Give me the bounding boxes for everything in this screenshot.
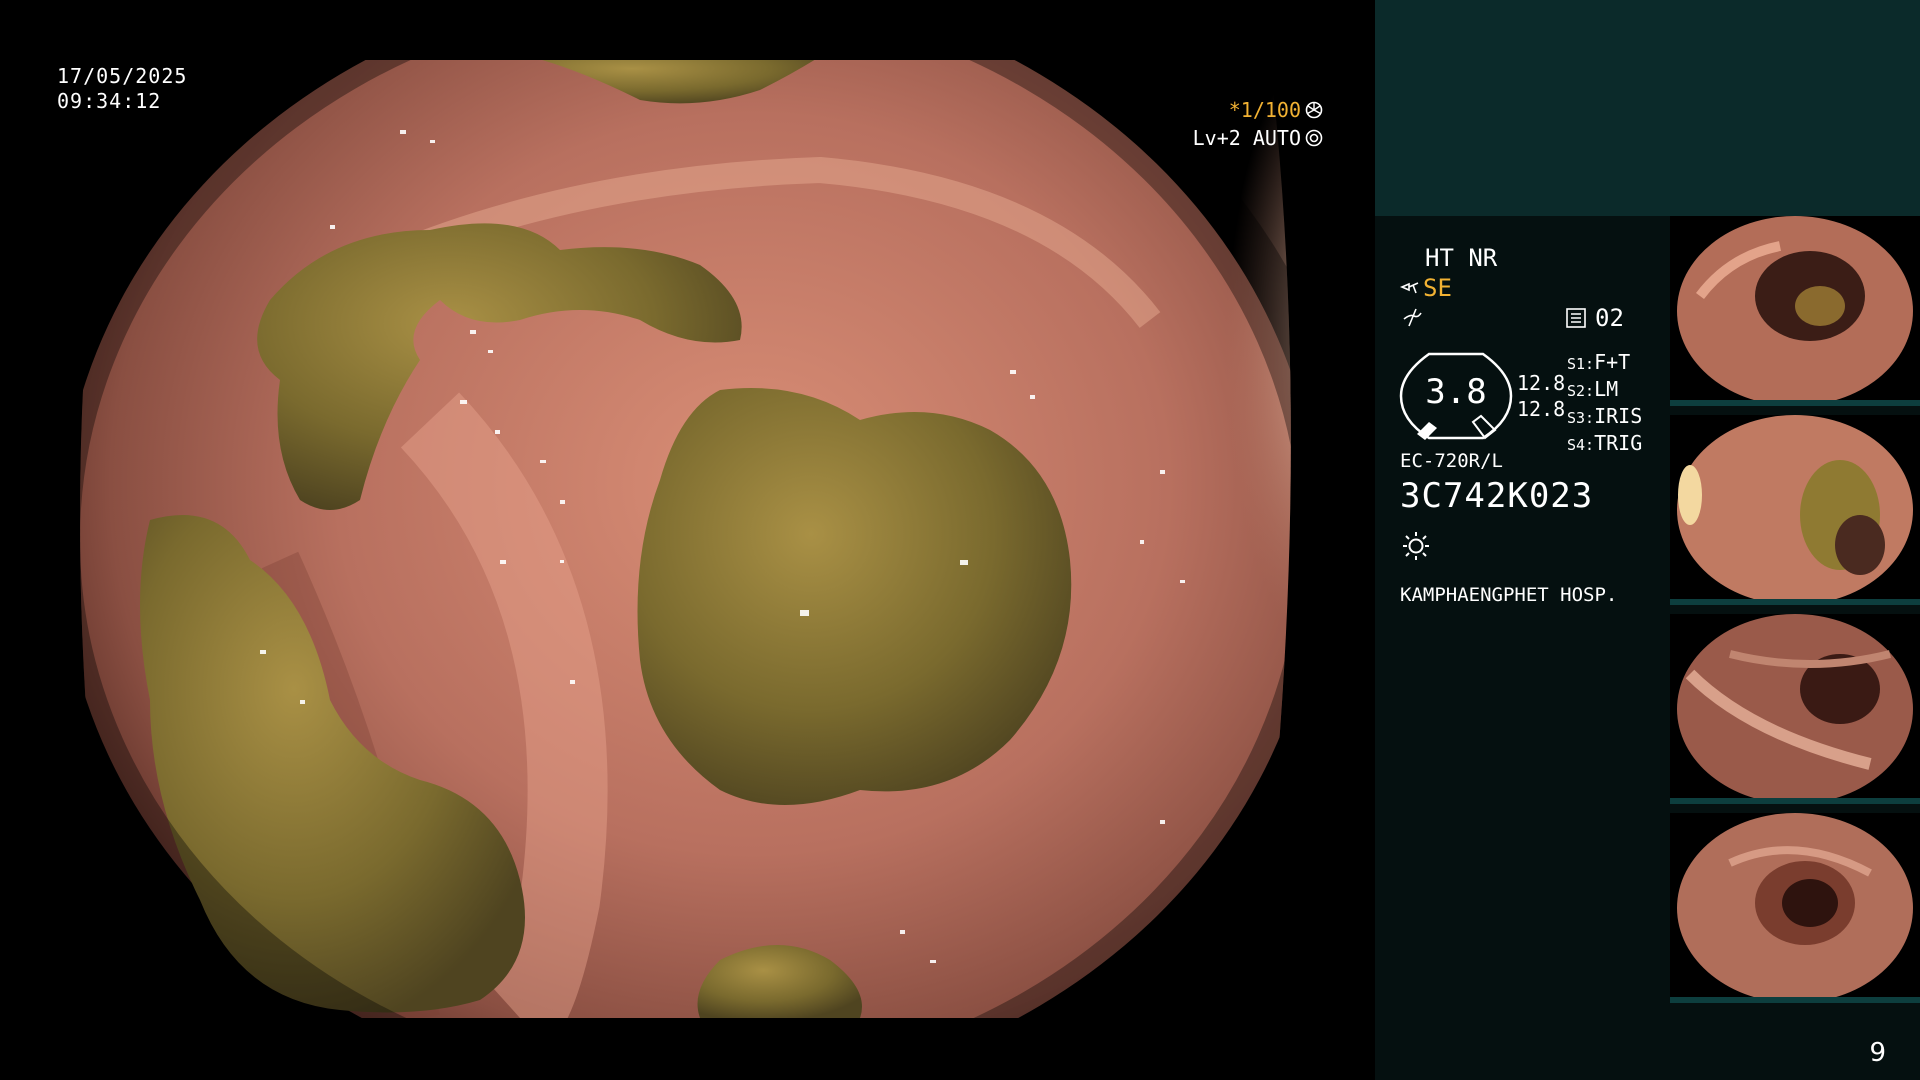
structure-enhancement-indicator: SE (1399, 274, 1452, 302)
iris-ring-icon (1305, 129, 1323, 147)
time-label: 09:34:12 (57, 89, 162, 113)
memory-card-icon (1566, 308, 1586, 328)
switch-row-s1: S1:F+T (1567, 350, 1642, 377)
switch-key: S3: (1567, 409, 1595, 427)
info-panel: HT NR SE 02 3.8 12.8 12.8 S1:F+T S2:LM S… (1375, 0, 1920, 1080)
switch-key: S1: (1567, 355, 1595, 373)
switch-row-s2: S2:LM (1567, 377, 1642, 404)
iris-mode-label: Lv+2 AUTO (1192, 126, 1301, 150)
switch-key: S2: (1567, 382, 1595, 400)
panel-header-area (1375, 0, 1920, 216)
scope-angle-icon (1399, 282, 1419, 294)
hospital-name: KAMPHAENGPHET HOSP. (1400, 584, 1618, 606)
memory-value: 02 (1595, 304, 1624, 332)
captured-image-thumbnail[interactable] (1670, 216, 1920, 406)
captured-image-thumbnail[interactable] (1670, 614, 1920, 804)
shutter-speed-indicator: *1/100 (1229, 98, 1323, 122)
ratio-value-1: 12.8 (1517, 371, 1566, 395)
switch-value: TRIG (1594, 431, 1643, 455)
switch-row-s3: S3:IRIS (1567, 404, 1642, 431)
switch-assignment-list: S1:F+T S2:LM S3:IRIS S4:TRIG (1567, 350, 1642, 458)
endoscope-viewport: 17/05/2025 09:34:12 *1/100 Lv+2 AUTO (0, 0, 1375, 1080)
switch-value: F+T (1594, 350, 1631, 374)
se-label: SE (1423, 274, 1452, 302)
scope-model: EC-720R/L (1400, 450, 1503, 472)
ratio-values: 12.8 12.8 (1517, 370, 1565, 422)
captured-image-thumbnail[interactable] (1670, 813, 1920, 1003)
iris-mode-indicator: Lv+2 AUTO (1193, 126, 1323, 150)
switch-value: IRIS (1594, 404, 1643, 428)
waveform-icon (1403, 308, 1422, 327)
ht-nr-label: HT NR (1425, 244, 1498, 272)
page-number: 9 (1869, 1038, 1886, 1068)
gauge-value: 3.8 (1425, 372, 1487, 412)
switch-row-s4: S4:TRIG (1567, 431, 1642, 458)
memory-indicator: 02 (1565, 304, 1624, 332)
endoscopic-image (80, 60, 1291, 1018)
date-time-display: 17/05/2025 09:34:12 (57, 64, 187, 114)
switch-key: S4: (1567, 436, 1595, 454)
captured-images-strip (1670, 216, 1920, 1012)
ratio-value-2: 12.8 (1517, 397, 1566, 421)
scope-serial: 3C742K023 (1400, 476, 1594, 516)
shutter-speed-label: *1/100 (1228, 98, 1301, 122)
captured-image-thumbnail[interactable] (1670, 415, 1920, 605)
date-label: 17/05/2025 (57, 64, 188, 88)
light-source-icon (1403, 532, 1429, 560)
shutter-wheel-icon (1305, 101, 1323, 119)
switch-value: LM (1594, 377, 1619, 401)
